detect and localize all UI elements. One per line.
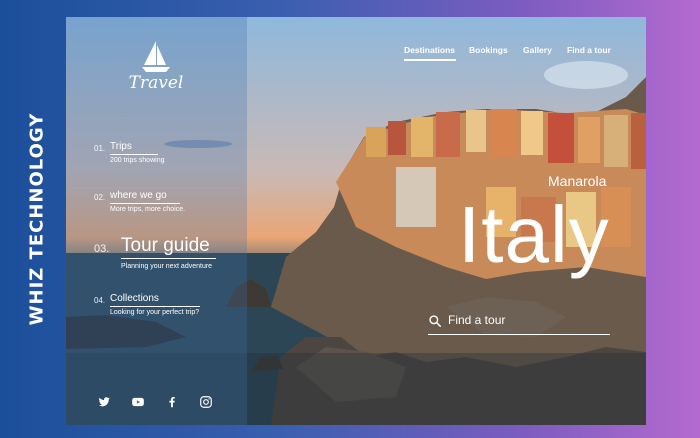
menu-title: where we go xyxy=(110,190,167,201)
nav-find-a-tour[interactable]: Find a tour xyxy=(567,45,611,55)
logo-text: Travel xyxy=(128,73,184,93)
brand-vertical-text: WHIZ TECHNOLOGY xyxy=(26,112,48,326)
logo[interactable]: Travel xyxy=(126,35,186,99)
menu-underline xyxy=(110,306,200,307)
hero-subtitle: Manarola xyxy=(548,173,607,189)
hero-title: Italy xyxy=(458,190,610,279)
facebook-icon[interactable] xyxy=(165,395,179,409)
menu-underline xyxy=(110,203,180,204)
nav-gallery[interactable]: Gallery xyxy=(523,45,552,55)
menu-subtitle: Looking for your perfect trip? xyxy=(110,309,200,316)
brand-strip: WHIZ TECHNOLOGY xyxy=(0,0,66,438)
menu-subtitle: Planning your next adventure xyxy=(121,263,213,270)
nav-active-underline xyxy=(404,59,456,61)
menu-number: 02. xyxy=(94,193,106,202)
menu-title: Collections xyxy=(110,293,159,304)
search-underline xyxy=(428,334,610,335)
menu-title: Tour guide xyxy=(121,235,210,256)
search-icon xyxy=(429,315,442,328)
nav-destinations[interactable]: Destinations xyxy=(404,45,455,55)
instagram-icon[interactable] xyxy=(199,395,213,409)
menu-number: 01. xyxy=(94,144,106,153)
menu-number: 03. xyxy=(94,243,110,255)
menu-underline xyxy=(110,154,158,155)
menu-subtitle: More trips, more choice. xyxy=(110,206,186,213)
hero-card: Travel 01. Trips 200 trips showing 02. w… xyxy=(66,17,646,425)
side-panel: Travel 01. Trips 200 trips showing 02. w… xyxy=(66,17,247,425)
menu-underline xyxy=(121,258,216,259)
sailboat-icon xyxy=(142,41,170,72)
menu-subtitle: 200 trips showing xyxy=(110,157,165,164)
search-field[interactable]: Find a tour xyxy=(428,309,610,335)
menu-number: 04. xyxy=(94,296,106,305)
youtube-icon[interactable] xyxy=(131,395,145,409)
twitter-icon[interactable] xyxy=(97,395,111,409)
nav-bookings[interactable]: Bookings xyxy=(469,45,508,55)
search-label: Find a tour xyxy=(448,313,506,327)
menu-title: Trips xyxy=(110,141,132,152)
